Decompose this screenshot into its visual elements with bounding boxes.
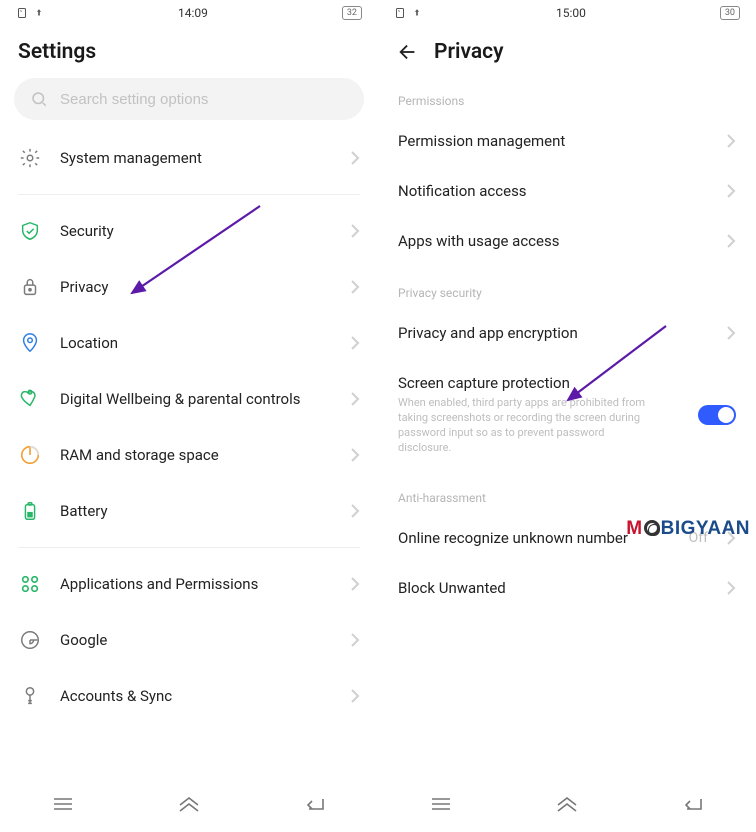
divider xyxy=(18,194,360,195)
target-icon xyxy=(644,520,660,536)
nav-recents-button[interactable] xyxy=(39,790,87,818)
chevron-right-icon xyxy=(350,279,360,295)
chevron-right-icon xyxy=(350,223,360,239)
apps-icon xyxy=(18,572,42,596)
chevron-right-icon xyxy=(726,133,736,149)
row-screen-capture-protection[interactable]: Screen capture protection When enabled, … xyxy=(378,358,756,471)
section-title-permissions: Permissions xyxy=(378,74,756,116)
page-header: Privacy xyxy=(378,26,756,74)
chevron-right-icon xyxy=(350,503,360,519)
divider xyxy=(18,547,360,548)
row-storage[interactable]: RAM and storage space xyxy=(0,427,378,483)
nav-home-button[interactable] xyxy=(165,790,213,818)
gear-icon xyxy=(18,146,42,170)
heart-icon xyxy=(18,387,42,411)
chevron-right-icon xyxy=(350,447,360,463)
key-icon xyxy=(18,684,42,708)
row-label: Security xyxy=(60,222,332,240)
search-input[interactable] xyxy=(14,78,364,120)
row-security[interactable]: Security xyxy=(0,203,378,259)
nav-home-button[interactable] xyxy=(543,790,591,818)
section-title-anti-harassment: Anti-harassment xyxy=(378,471,756,513)
section-title-privacy-security: Privacy security xyxy=(378,266,756,308)
chevron-right-icon xyxy=(726,580,736,596)
sim-icon xyxy=(16,7,28,19)
row-google[interactable]: Google xyxy=(0,612,378,668)
settings-screen: 14:09 32 Settings System management xyxy=(0,0,378,832)
row-system-management[interactable]: System management xyxy=(0,130,378,186)
row-label: Screen capture protection xyxy=(398,374,684,392)
row-label: Accounts & Sync xyxy=(60,687,332,705)
chevron-right-icon xyxy=(726,325,736,341)
sim-icon xyxy=(394,7,406,19)
status-bar: 15:00 30 xyxy=(378,0,756,26)
row-description: When enabled, third party apps are prohi… xyxy=(398,396,658,455)
storage-icon xyxy=(18,443,42,467)
row-notification-access[interactable]: Notification access xyxy=(378,166,756,216)
battery-indicator: 30 xyxy=(720,6,740,20)
status-time: 15:00 xyxy=(556,6,586,20)
toggle-switch[interactable] xyxy=(698,405,736,425)
navigation-bar xyxy=(0,776,378,832)
row-location[interactable]: Location xyxy=(0,315,378,371)
page-header: Settings xyxy=(0,26,378,74)
upload-icon xyxy=(34,8,44,18)
row-label: Privacy and app encryption xyxy=(398,324,712,342)
search-icon xyxy=(30,90,48,108)
row-label: Digital Wellbeing & parental controls xyxy=(60,390,332,408)
chevron-right-icon xyxy=(726,233,736,249)
row-label: System management xyxy=(60,149,332,167)
chevron-right-icon xyxy=(350,688,360,704)
chevron-right-icon xyxy=(350,150,360,166)
nav-recents-button[interactable] xyxy=(417,790,465,818)
row-battery[interactable]: Battery xyxy=(0,483,378,539)
upload-icon xyxy=(412,8,422,18)
row-label: Permission management xyxy=(398,132,712,150)
chevron-right-icon xyxy=(350,632,360,648)
page-title: Settings xyxy=(18,40,96,64)
battery-icon xyxy=(18,499,42,523)
battery-indicator: 32 xyxy=(342,6,362,20)
nav-back-button[interactable] xyxy=(669,790,717,818)
row-wellbeing[interactable]: Digital Wellbeing & parental controls xyxy=(0,371,378,427)
lock-icon xyxy=(18,275,42,299)
row-label: Applications and Permissions xyxy=(60,575,332,593)
shield-icon xyxy=(18,219,42,243)
row-applications[interactable]: Applications and Permissions xyxy=(0,556,378,612)
chevron-right-icon xyxy=(350,391,360,407)
privacy-screen: 15:00 30 Privacy Permissions Permission … xyxy=(378,0,756,832)
row-permission-management[interactable]: Permission management xyxy=(378,116,756,166)
row-accounts-sync[interactable]: Accounts & Sync xyxy=(0,668,378,724)
row-label: Apps with usage access xyxy=(398,232,712,250)
chevron-right-icon xyxy=(726,183,736,199)
row-block-unwanted[interactable]: Block Unwanted xyxy=(378,563,756,613)
back-button[interactable] xyxy=(396,40,420,64)
row-label: Notification access xyxy=(398,182,712,200)
status-time: 14:09 xyxy=(178,6,208,20)
row-privacy-encryption[interactable]: Privacy and app encryption xyxy=(378,308,756,358)
row-label: RAM and storage space xyxy=(60,446,332,464)
row-apps-usage-access[interactable]: Apps with usage access xyxy=(378,216,756,266)
nav-back-button[interactable] xyxy=(291,790,339,818)
status-bar: 14:09 32 xyxy=(0,0,378,26)
search-field[interactable] xyxy=(60,91,348,108)
page-title: Privacy xyxy=(434,40,504,64)
watermark: MBIGYAAN xyxy=(626,518,750,540)
row-label: Block Unwanted xyxy=(398,579,712,597)
row-label: Battery xyxy=(60,502,332,520)
google-icon xyxy=(18,628,42,652)
chevron-right-icon xyxy=(350,335,360,351)
row-label: Location xyxy=(60,334,332,352)
row-label: Privacy xyxy=(60,278,332,296)
pin-icon xyxy=(18,331,42,355)
navigation-bar xyxy=(378,776,756,832)
row-privacy[interactable]: Privacy xyxy=(0,259,378,315)
chevron-right-icon xyxy=(350,576,360,592)
row-label: Google xyxy=(60,631,332,649)
